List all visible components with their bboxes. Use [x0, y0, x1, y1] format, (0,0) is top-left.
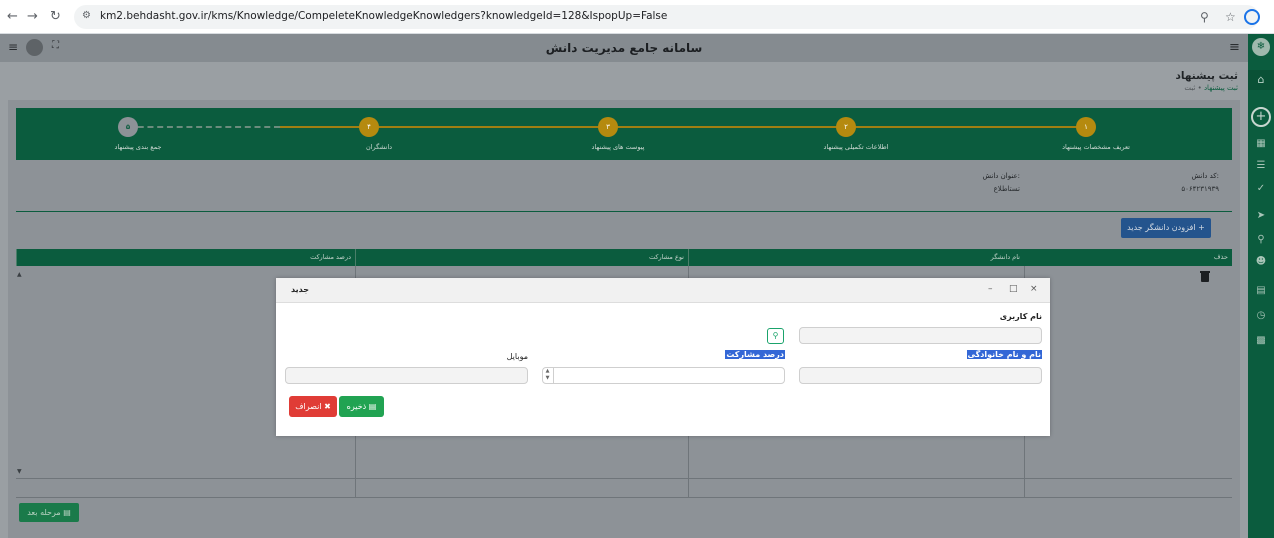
- step-connector-done: [280, 126, 1086, 128]
- document-icon[interactable]: ▤: [1248, 285, 1274, 296]
- column-header-type: نوع مشارکت: [355, 249, 688, 266]
- step-label-1: تعریف مشخصات پیشنهاد: [1062, 143, 1130, 151]
- add-circle-icon[interactable]: +: [1251, 107, 1271, 127]
- column-header-percent: درصد مشارکت: [16, 249, 355, 266]
- back-arrow-icon[interactable]: ←: [7, 9, 18, 24]
- breadcrumb-separator: •: [1197, 84, 1202, 92]
- next-step-button[interactable]: مرحله بعد ▤: [19, 503, 79, 522]
- trash-icon[interactable]: [1200, 271, 1210, 282]
- app-title: سامانه جامع مدیریت دانش: [545, 41, 703, 55]
- step-circle-3[interactable]: ۳: [598, 117, 618, 137]
- username-label: نام کاربری: [999, 312, 1042, 321]
- cancel-label: انصراف: [295, 402, 322, 411]
- mobile-input[interactable]: [285, 367, 528, 384]
- step-circle-4[interactable]: ۴: [359, 117, 379, 137]
- calendar-icon[interactable]: ▦: [1248, 138, 1274, 149]
- scroll-up-icon[interactable]: ▲: [17, 271, 22, 278]
- row-divider: [16, 478, 1232, 479]
- column-header-delete: حذف: [1213, 253, 1228, 261]
- logo-icon: ❄: [1252, 38, 1270, 56]
- step-circle-1[interactable]: ۱: [1076, 117, 1096, 137]
- profile-icon[interactable]: [1244, 9, 1260, 25]
- username-input[interactable]: [799, 327, 1042, 344]
- url-text: km2.behdasht.gov.ir/kms/Knowledge/Compel…: [100, 10, 668, 22]
- fullname-input[interactable]: [799, 367, 1042, 384]
- breadcrumb: ثبت پیشنهاد • ثبت: [1184, 84, 1238, 92]
- step-label-2: اطلاعات تکمیلی پیشنهاد: [823, 143, 889, 151]
- check-icon[interactable]: ✓: [1248, 183, 1274, 194]
- step-circle-2[interactable]: ۲: [836, 117, 856, 137]
- next-step-label: مرحله بعد: [27, 508, 61, 517]
- search-icon[interactable]: ⚲: [767, 328, 784, 344]
- table-header: حذف نام دانشگر نوع مشارکت درصد مشارکت: [16, 249, 1232, 266]
- step-label-4: دانشگران: [365, 143, 393, 151]
- floppy-disk-icon: ▤: [368, 402, 377, 411]
- scroll-down-icon[interactable]: ▼: [17, 468, 22, 475]
- knowledge-info: کد دانش: ۵۰۶۴۲۳۱۹۳۹ عنوان دانش: تستاطلاع: [16, 160, 1232, 212]
- home-icon[interactable]: ⌂: [1248, 70, 1274, 90]
- maximize-icon[interactable]: □: [1009, 284, 1018, 294]
- x-mark-icon: ✖: [324, 402, 331, 411]
- step-connector-pending: [128, 126, 280, 128]
- save-button[interactable]: ذخیره ▤: [339, 396, 384, 417]
- percent-label: درصد مشارکت: [725, 350, 785, 359]
- reload-icon[interactable]: ↻: [50, 9, 61, 24]
- bookmark-star-icon[interactable]: ☆: [1225, 10, 1236, 24]
- forward-arrow-icon[interactable]: →: [27, 9, 38, 24]
- site-info-icon[interactable]: ⚙: [82, 10, 91, 21]
- hamburger-icon[interactable]: ≡: [1229, 40, 1240, 55]
- subject-label: عنوان دانش:: [982, 172, 1020, 180]
- step-label-3: پیوست های پیشنهاد: [591, 143, 645, 151]
- percent-spinner[interactable]: ▲ ▼: [542, 367, 554, 384]
- mobile-label: موبایل: [506, 352, 528, 361]
- list-icon[interactable]: ☰: [1248, 160, 1274, 171]
- add-knowledger-button[interactable]: افزودن دانشگر جدید +: [1121, 218, 1211, 238]
- clock-icon[interactable]: ◷: [1248, 310, 1274, 321]
- save-disk-icon: ▤: [63, 508, 71, 517]
- app-header: ≡ ⛶ سامانه جامع مدیریت دانش ≡: [0, 34, 1248, 62]
- send-icon[interactable]: ➤: [1248, 210, 1274, 221]
- step-label-5: جمع بندی پیشنهاد: [114, 143, 162, 151]
- code-label: کد دانش:: [1191, 172, 1219, 180]
- percent-input[interactable]: [542, 367, 785, 384]
- user-icon[interactable]: ☻: [1248, 256, 1274, 267]
- column-header-name: نام دانشگر: [688, 249, 1024, 266]
- address-bar[interactable]: ⚙ km2.behdasht.gov.ir/kms/Knowledge/Comp…: [74, 5, 1259, 29]
- breadcrumb-current[interactable]: ثبت پیشنهاد: [1204, 84, 1238, 92]
- search-icon[interactable]: ⚲: [1248, 234, 1274, 245]
- report-icon[interactable]: ▩: [1248, 335, 1274, 346]
- fullname-label: نام و نام خانوادگی: [966, 350, 1042, 359]
- code-value: ۵۰۶۴۲۳۱۹۳۹: [1181, 185, 1219, 193]
- new-knowledger-dialog: جدید – □ × نام کاربری ⚲ نام و نام خانواد…: [276, 278, 1050, 436]
- dialog-title: جدید: [291, 285, 310, 294]
- dialog-titlebar: جدید – □ ×: [276, 278, 1050, 303]
- save-label: ذخیره: [346, 402, 367, 411]
- cancel-button[interactable]: انصراف ✖: [289, 396, 337, 417]
- subject-value: تستاطلاع: [993, 185, 1020, 193]
- browser-toolbar: ← → ↻ ⚙ km2.behdasht.gov.ir/kms/Knowledg…: [0, 0, 1274, 34]
- zoom-icon[interactable]: ⚲: [1200, 10, 1209, 24]
- close-icon[interactable]: ×: [1030, 284, 1038, 294]
- wizard-stepper: ۱ تعریف مشخصات پیشنهاد ۲ اطلاعات تکمیلی …: [16, 108, 1232, 160]
- breadcrumb-home[interactable]: ثبت: [1184, 84, 1195, 92]
- step-circle-5[interactable]: ۵: [118, 117, 138, 137]
- sidebar: ❄ ⌂ + ▦ ☰ ✓ ➤ ⚲ ☻ ▤ ◷ ▩: [1248, 34, 1274, 538]
- minimize-icon[interactable]: –: [988, 284, 993, 294]
- page-title: ثبت پیشنهاد: [1175, 70, 1238, 82]
